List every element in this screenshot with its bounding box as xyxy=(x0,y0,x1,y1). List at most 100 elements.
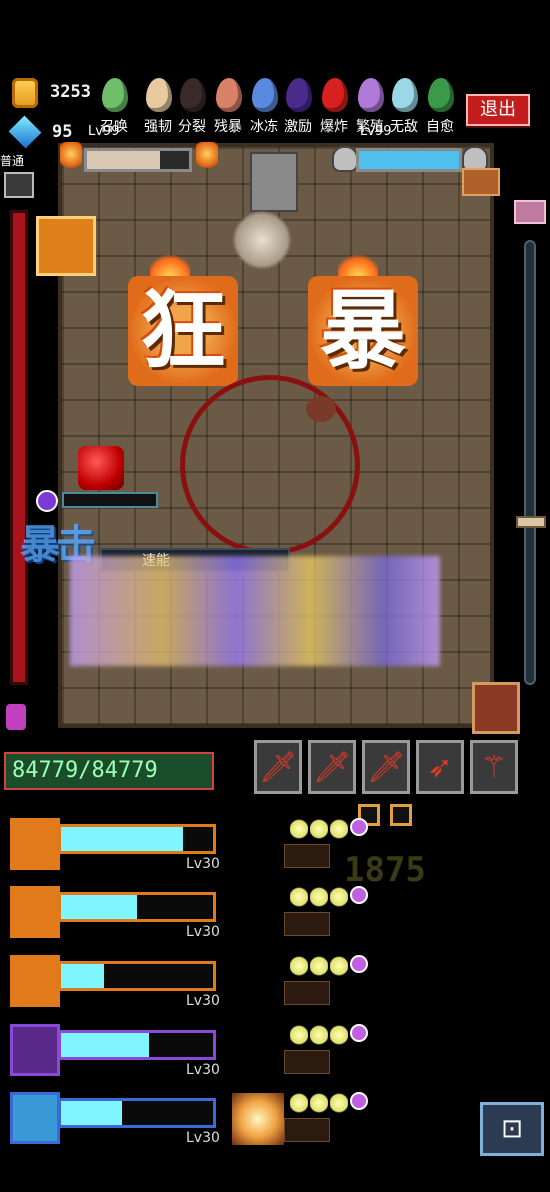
radio-icon[interactable] xyxy=(36,490,58,512)
hero-hp-fill xyxy=(61,895,137,919)
hero-hp-fill xyxy=(61,1101,122,1125)
sword-icon[interactable]: 🗡 xyxy=(362,740,410,794)
egg-label: 冰冻 xyxy=(250,119,278,135)
buff-star-icon xyxy=(330,886,348,908)
hero-buff-group xyxy=(290,818,382,842)
buff-star-icon xyxy=(290,818,308,840)
blue-egg-icon[interactable] xyxy=(252,78,278,112)
buff-star-icon xyxy=(290,886,308,908)
ice-hero-icon[interactable] xyxy=(10,1092,60,1144)
treasure-chest-button[interactable]: ⊡ xyxy=(480,1102,544,1156)
hero-weapon-icon xyxy=(284,1118,330,1142)
fire-hero-icon[interactable] xyxy=(10,886,60,938)
exit-button[interactable]: 退出 xyxy=(466,94,530,126)
hero-buff-group xyxy=(290,1024,382,1048)
burst-skill-icon[interactable] xyxy=(232,1093,284,1145)
slot-dot-icon xyxy=(390,804,412,826)
hero-hp-bar xyxy=(58,961,216,991)
buff-star-icon xyxy=(330,1024,348,1046)
gold-amount: 3253 xyxy=(50,82,91,102)
buff-star-icon xyxy=(330,818,348,840)
fire-hero-icon[interactable] xyxy=(10,955,60,1007)
buff-star-icon xyxy=(290,1024,308,1046)
rage-char-1: 狂 xyxy=(128,276,238,386)
hero-level: Lv30 xyxy=(186,1130,220,1146)
buff-star-icon xyxy=(310,955,328,977)
hero-level: Lv30 xyxy=(186,924,220,940)
shop-icon[interactable] xyxy=(462,168,500,196)
egg-label: 无敌 xyxy=(390,119,418,135)
buff-orb-icon xyxy=(350,955,368,973)
egg-label: 残暴 xyxy=(214,119,242,135)
buff-star-icon xyxy=(330,1092,348,1114)
buff-star-icon xyxy=(290,955,308,977)
right-boss-hp-bar xyxy=(356,148,462,172)
hero-hp-bar xyxy=(58,892,216,922)
buff-star-icon xyxy=(310,886,328,908)
buff-star-icon xyxy=(310,1024,328,1046)
hero-hp-bar xyxy=(58,824,216,854)
hero-hp-bar xyxy=(58,1030,216,1060)
damage-readout: 84779/84779 xyxy=(4,752,214,790)
bow-icon[interactable]: ➶ xyxy=(416,740,464,794)
charge-bar xyxy=(62,492,158,508)
glitch-effect xyxy=(70,556,440,666)
red-crystal-icon xyxy=(78,446,124,490)
cyan-egg-icon[interactable] xyxy=(392,78,418,112)
hero-level: Lv30 xyxy=(186,856,220,872)
rage-meter xyxy=(10,210,28,685)
hero-weapon-icon xyxy=(284,981,330,1005)
egg-label: 爆炸 xyxy=(320,119,348,135)
hero-hp-fill xyxy=(61,964,104,988)
dark-egg-icon[interactable] xyxy=(180,78,206,112)
spellbook-icon[interactable] xyxy=(472,682,520,734)
rage-char-2: 暴 xyxy=(308,276,418,386)
mode-label: 普通 xyxy=(0,154,25,168)
egg-label: 激励 xyxy=(284,119,312,135)
buff-star-icon xyxy=(310,818,328,840)
dark-green-egg-icon[interactable] xyxy=(428,78,454,112)
buff-orb-icon xyxy=(350,1092,368,1110)
hero-level: Lv30 xyxy=(186,1062,220,1078)
gem-amount: 95 xyxy=(52,122,73,142)
hero-buff-group xyxy=(290,886,382,910)
buff-star-icon xyxy=(290,1092,308,1114)
hero-level: Lv30 xyxy=(186,993,220,1009)
torch-icon xyxy=(60,142,82,172)
hero-buff-group xyxy=(290,1092,382,1116)
sword-icon[interactable]: 🗡 xyxy=(254,740,302,794)
gold-coin-icon xyxy=(12,78,38,108)
left-boss-hp-fill xyxy=(87,151,161,169)
gem-icon xyxy=(8,115,42,149)
violet-egg-icon[interactable] xyxy=(358,78,384,112)
skull-icon xyxy=(332,146,358,172)
tan-egg-icon[interactable] xyxy=(146,78,172,112)
egg-label: 分裂 xyxy=(178,119,206,135)
buff-orb-icon xyxy=(350,818,368,836)
cart-icon[interactable] xyxy=(4,172,34,198)
boss-statue-icon xyxy=(250,152,298,212)
red-egg-icon[interactable] xyxy=(322,78,348,112)
zoom-slider-track[interactable] xyxy=(524,240,536,685)
egg-label: 强韧 xyxy=(144,119,172,135)
enemy-icon xyxy=(306,396,336,422)
egg-label: 自愈 xyxy=(426,119,454,135)
buff-star-icon xyxy=(330,955,348,977)
buff-star-icon xyxy=(310,1092,328,1114)
shadow-hero-icon[interactable] xyxy=(10,1024,60,1076)
potion-icon[interactable] xyxy=(6,704,26,730)
chest-icon[interactable] xyxy=(514,200,546,224)
staff-icon[interactable]: ⚚ xyxy=(470,740,518,794)
buff-orb-icon xyxy=(350,886,368,904)
left-boss-level: Lv99 xyxy=(88,124,120,139)
hero-hp-fill xyxy=(61,1033,150,1057)
orange-egg-icon[interactable] xyxy=(216,78,242,112)
fire-hero-icon[interactable] xyxy=(10,818,60,870)
sword-icon[interactable]: 🗡 xyxy=(308,740,356,794)
hero-buff-group xyxy=(290,955,382,979)
green-egg-icon[interactable] xyxy=(102,78,128,112)
zoom-slider-thumb[interactable] xyxy=(516,516,546,528)
skill-cape-icon[interactable] xyxy=(36,216,96,276)
hero-hp-bar xyxy=(58,1098,216,1128)
purple-egg-icon[interactable] xyxy=(286,78,312,112)
